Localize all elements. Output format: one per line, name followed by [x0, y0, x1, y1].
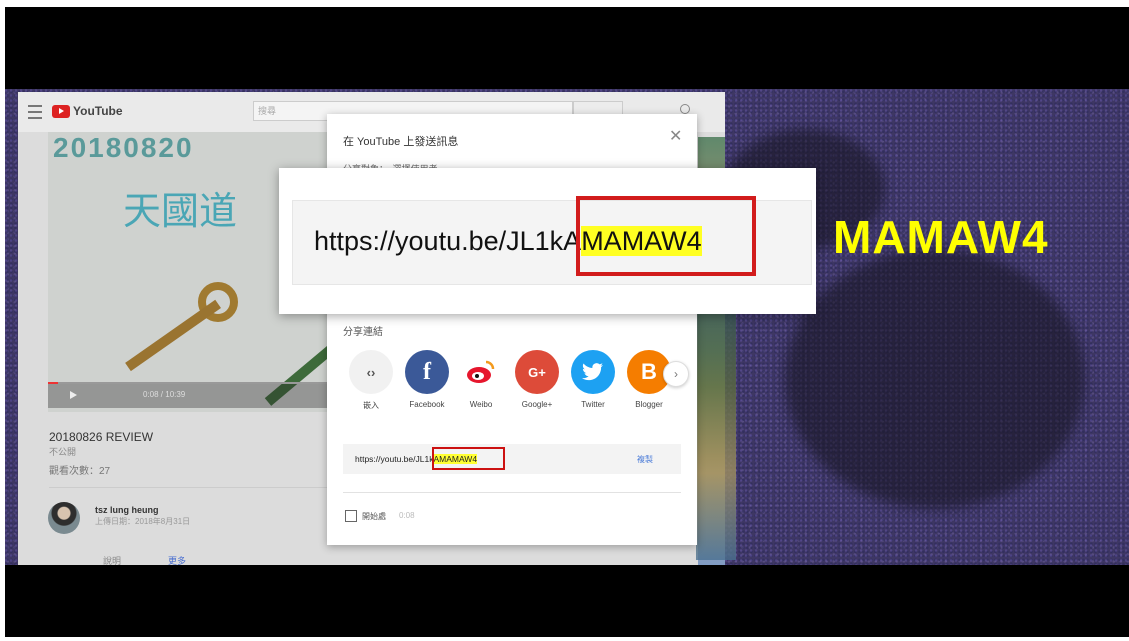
- weibo-icon: [459, 350, 503, 394]
- tab-description[interactable]: 說明: [103, 554, 121, 565]
- video-controls: [48, 382, 348, 408]
- letterbox-bottom: [5, 565, 1129, 637]
- share-twitter-label: Twitter: [581, 400, 605, 409]
- dialog-title: 在 YouTube 上發送訊息: [343, 136, 459, 148]
- video-title: 20180826 REVIEW: [49, 430, 154, 444]
- share-facebook[interactable]: f Facebook: [403, 350, 451, 409]
- zoomed-url-prefix: https://youtu.be/JL1: [314, 226, 550, 256]
- zoomed-url-callout: https://youtu.be/JL1kAMAMAW4: [279, 168, 816, 314]
- start-at-time[interactable]: 0:08: [399, 511, 415, 520]
- avatar[interactable]: [48, 502, 80, 534]
- video-overlay-title: 20180820: [53, 132, 194, 163]
- related-thumbnails-edge: [696, 300, 736, 560]
- share-link-heading: 分享連結: [343, 327, 383, 338]
- chevron-right-icon[interactable]: ›: [663, 361, 689, 387]
- share-facebook-label: Facebook: [409, 400, 445, 409]
- privacy-label: 不公開: [49, 447, 77, 457]
- screenshot-frame: YouTube 搜尋 20180820 天國道 0:08 / 10:39 201…: [0, 0, 1129, 641]
- letterbox-top: [5, 7, 1129, 89]
- close-icon[interactable]: ✕: [669, 126, 682, 146]
- video-time: 0:08 / 10:39: [143, 390, 186, 399]
- facebook-icon: f: [405, 350, 449, 394]
- youtube-play-icon: [52, 104, 70, 118]
- progress-fill: [48, 382, 58, 384]
- divider: [49, 487, 339, 488]
- start-at-label: 開始處: [362, 512, 386, 521]
- share-weibo-label: Weibo: [469, 400, 493, 409]
- highlight-box-large: [576, 196, 756, 276]
- youtube-logo[interactable]: YouTube: [52, 103, 123, 119]
- youtube-logo-text: YouTube: [73, 104, 123, 118]
- tab-more[interactable]: 更多: [168, 554, 186, 565]
- video-overlay-chinese: 天國道: [123, 189, 238, 233]
- annotation-code: MAMAW4: [833, 211, 1049, 263]
- share-googleplus[interactable]: G+ Google+: [513, 350, 561, 409]
- view-count: 觀看次數：27: [49, 466, 111, 477]
- googleplus-icon: G+: [515, 350, 559, 394]
- share-googleplus-label: Google+: [521, 400, 553, 409]
- twitter-icon: [571, 350, 615, 394]
- share-embed-label: 嵌入: [363, 401, 379, 410]
- share-blogger-label: Blogger: [635, 400, 663, 409]
- share-twitter[interactable]: Twitter: [569, 350, 617, 409]
- share-weibo[interactable]: Weibo: [457, 350, 505, 409]
- start-at-checkbox[interactable]: [345, 510, 357, 522]
- channel-name[interactable]: tsz lung heung: [95, 505, 159, 515]
- divider: [343, 492, 681, 493]
- progress-bar[interactable]: [48, 382, 348, 384]
- share-targets: ‹› 嵌入 f Facebook Weibo G+ Google+ Twitte…: [347, 350, 687, 420]
- play-icon[interactable]: [70, 391, 77, 399]
- share-url-prefix: https://youtu.be/JL1: [355, 454, 430, 464]
- embed-icon: ‹›: [349, 350, 393, 394]
- share-embed[interactable]: ‹› 嵌入: [347, 350, 395, 411]
- key-shaft: [125, 299, 221, 372]
- shadow-blob: [785, 249, 1085, 509]
- highlight-box-small: [432, 447, 505, 470]
- copy-button[interactable]: 複製: [637, 454, 653, 465]
- menu-icon[interactable]: [28, 105, 42, 119]
- share-url-field[interactable]: https://youtu.be/JL1kAMAMAW4 複製: [343, 444, 681, 474]
- upload-date: 上傳日期：2018年8月31日: [95, 517, 191, 526]
- search-icon[interactable]: [680, 104, 690, 114]
